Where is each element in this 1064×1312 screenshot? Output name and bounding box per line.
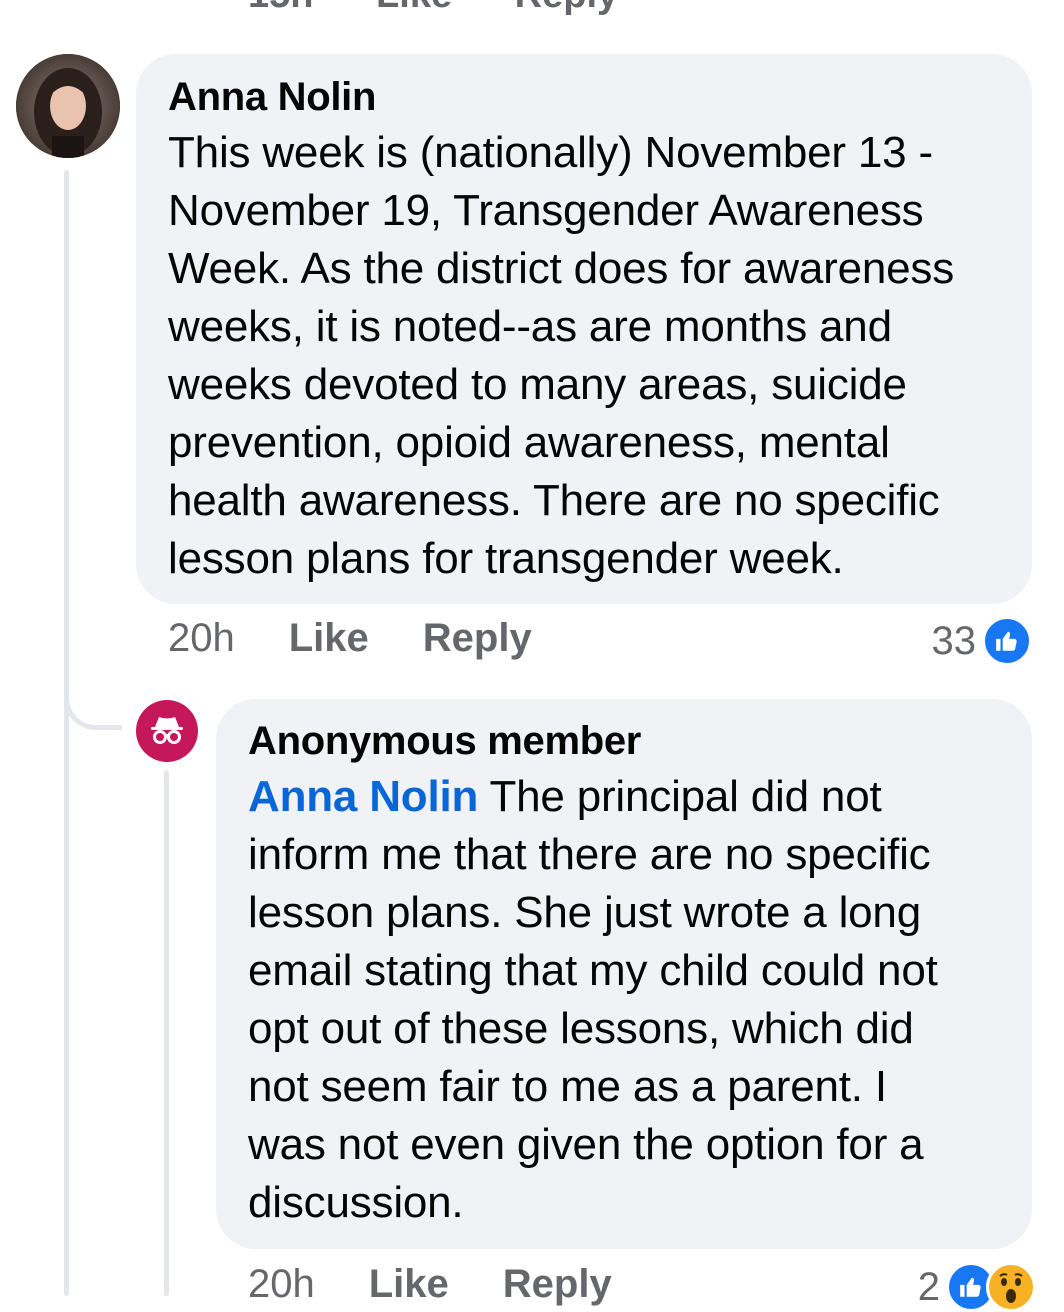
comment-text: This week is (nationally) November 13 - … [168,128,954,583]
anonymous-avatar[interactable] [136,700,198,762]
comment-author[interactable]: Anna Nolin [168,72,1000,122]
reply-author[interactable]: Anonymous member [248,716,1000,766]
reply-reply-button[interactable]: Reply [503,1262,612,1307]
wow-icon [986,1262,1036,1312]
avatar[interactable] [16,54,120,158]
previous-comment-actions: 15h Like Reply [248,0,670,17]
reply-button[interactable]: Reply [423,616,532,661]
previous-comment-like-button[interactable]: Like [376,0,452,17]
profile-photo-icon [16,54,120,158]
reply-reaction-summary[interactable]: 2 [918,1262,1036,1312]
reply-like-button[interactable]: Like [369,1262,449,1307]
previous-comment-reply-button[interactable]: Reply [515,0,618,17]
mention-link[interactable]: Anna Nolin [248,772,478,821]
reply-text: The principal did not inform me that the… [248,772,938,1227]
incognito-icon [151,717,183,744]
reply-time[interactable]: 20h [248,1262,315,1307]
like-button[interactable]: Like [289,616,369,661]
thread-line [64,170,69,1296]
like-icon [982,616,1032,666]
comment-actions: 20h Like Reply [168,616,532,661]
comment-time[interactable]: 20h [168,616,235,661]
reaction-summary[interactable]: 33 [931,616,1032,666]
reply-actions: 20h Like Reply [248,1262,612,1307]
reply-thread-line [164,770,169,1296]
comment-bubble: Anna Nolin This week is (nationally) Nov… [136,54,1032,604]
reply-reaction-count: 2 [917,1264,940,1309]
reply-bubble: Anonymous member Anna Nolin The principa… [216,699,1032,1249]
reaction-count: 33 [931,618,977,663]
reply-text-container: Anna Nolin The principal did not inform … [248,768,1000,1232]
previous-comment-time: 15h [248,0,313,17]
thread-connector [64,660,122,730]
